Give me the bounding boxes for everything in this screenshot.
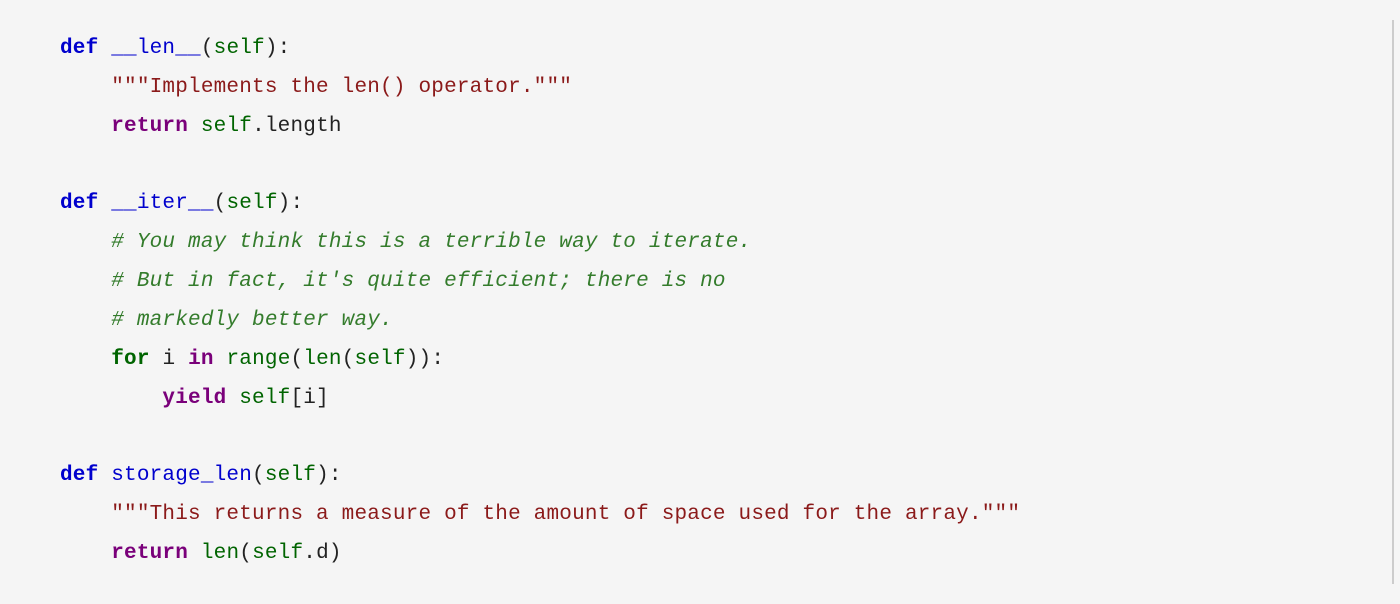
code-token — [226, 387, 239, 410]
code-token: self — [239, 387, 290, 410]
code-token: ] — [316, 387, 329, 410]
code-line: """Implements the len() operator.""" — [60, 69, 1352, 108]
code-token: self — [214, 37, 265, 60]
code-token: ): — [316, 464, 342, 487]
code-token: __len__ — [111, 37, 201, 60]
code-token: in — [188, 348, 214, 371]
code-token: def — [60, 37, 98, 60]
code-token: ) — [329, 542, 342, 565]
code-token: # You may think this is a terrible way t… — [111, 231, 751, 254]
code-token: self — [226, 192, 277, 215]
code-token: for — [111, 348, 149, 371]
code-token: def — [60, 464, 98, 487]
code-token: """Implements the len() operator.""" — [111, 76, 572, 99]
code-line: for i in range(len(self)): — [60, 341, 1352, 380]
code-token — [98, 464, 111, 487]
code-token: . — [303, 542, 316, 565]
code-block: def __len__(self): """Implements the len… — [0, 20, 1394, 584]
code-token: self — [265, 464, 316, 487]
code-token — [188, 542, 201, 565]
code-token: ( — [214, 192, 227, 215]
code-token: )): — [406, 348, 444, 371]
code-line: def __len__(self): — [60, 30, 1352, 69]
code-token: i — [303, 387, 316, 410]
code-token: self — [252, 542, 303, 565]
code-token: ( — [291, 348, 304, 371]
code-token: """This returns a measure of the amount … — [111, 503, 1020, 526]
code-token — [150, 348, 163, 371]
code-token: len — [201, 542, 239, 565]
code-token — [188, 115, 201, 138]
code-token: return — [111, 115, 188, 138]
code-token: len — [303, 348, 341, 371]
code-token: # markedly better way. — [111, 309, 393, 332]
code-token: storage_len — [111, 464, 252, 487]
code-token: ): — [265, 37, 291, 60]
code-token: d — [316, 542, 329, 565]
code-line: return len(self.d) — [60, 535, 1352, 574]
code-token — [98, 192, 111, 215]
code-line — [60, 147, 1352, 186]
code-line: def __iter__(self): — [60, 185, 1352, 224]
code-token: ): — [278, 192, 304, 215]
code-token: length — [265, 115, 342, 138]
code-token: __iter__ — [111, 192, 213, 215]
code-token: # But in fact, it's quite efficient; the… — [111, 270, 726, 293]
code-token: ( — [252, 464, 265, 487]
code-line — [60, 418, 1352, 457]
code-token — [214, 348, 227, 371]
code-token: [ — [290, 387, 303, 410]
code-token: . — [252, 115, 265, 138]
code-line: # But in fact, it's quite efficient; the… — [60, 263, 1352, 302]
code-token: ( — [239, 542, 252, 565]
code-line: return self.length — [60, 108, 1352, 147]
code-token: range — [226, 348, 290, 371]
code-token: yield — [162, 387, 226, 410]
code-line: yield self[i] — [60, 380, 1352, 419]
code-token — [98, 37, 111, 60]
code-token — [175, 348, 188, 371]
code-token: return — [111, 542, 188, 565]
code-line: # You may think this is a terrible way t… — [60, 224, 1352, 263]
code-token: ( — [201, 37, 214, 60]
code-token: self — [355, 348, 406, 371]
code-line: """This returns a measure of the amount … — [60, 496, 1352, 535]
code-token: ( — [342, 348, 355, 371]
code-line: # markedly better way. — [60, 302, 1352, 341]
code-token: def — [60, 192, 98, 215]
code-token: i — [162, 348, 175, 371]
code-line: def storage_len(self): — [60, 457, 1352, 496]
code-token: self — [201, 115, 252, 138]
